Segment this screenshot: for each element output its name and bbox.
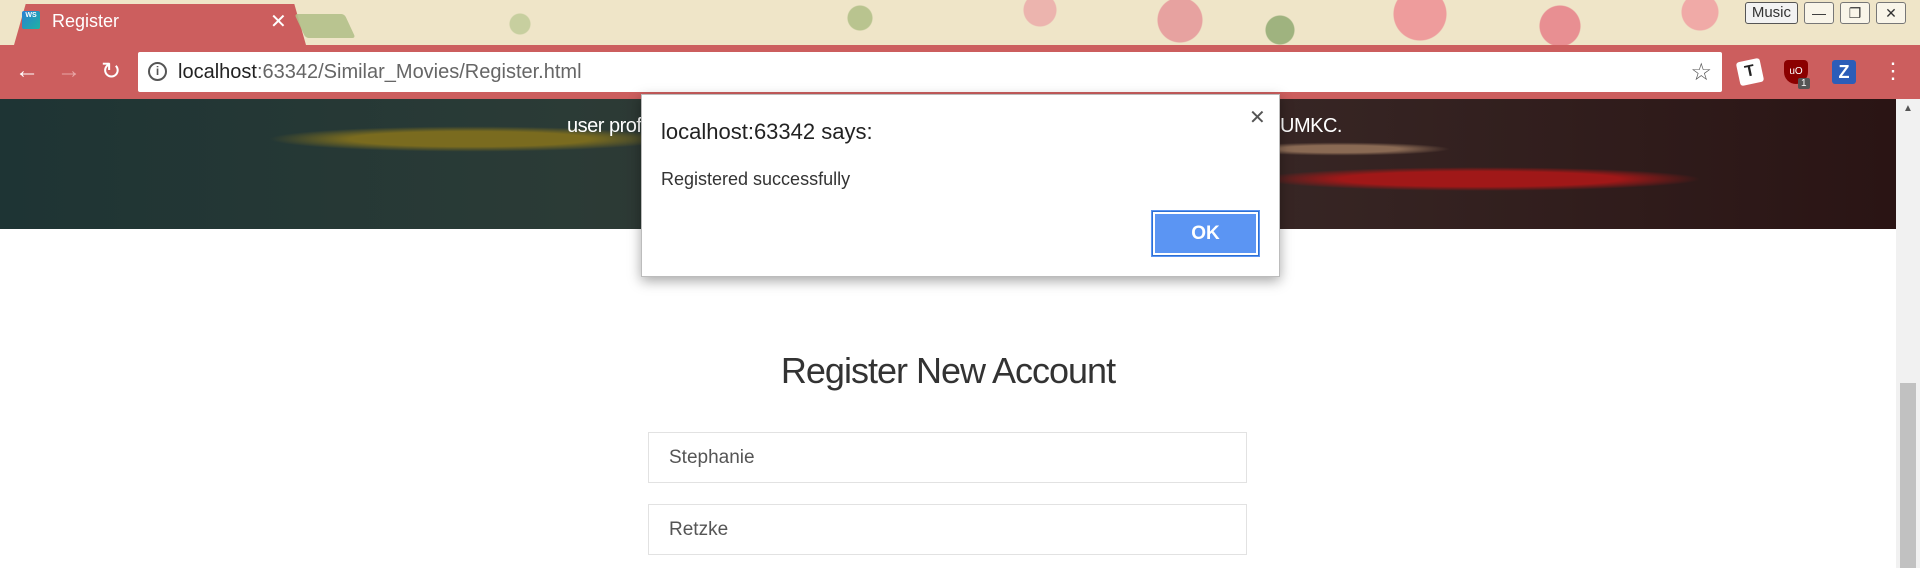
minimize-icon[interactable]: —: [1804, 2, 1834, 24]
url-host: localhost: [178, 61, 257, 83]
info-icon[interactable]: i: [148, 62, 167, 81]
dialog-message: Registered successfully: [661, 169, 851, 189]
chrome-menu-icon[interactable]: ⋮: [1882, 58, 1904, 84]
alert-dialog: localhost:63342 says: ✕ Registered succe…: [641, 94, 1280, 277]
url-path: :63342/Similar_Movies/Register.html: [256, 61, 582, 83]
ok-button[interactable]: OK: [1152, 211, 1259, 256]
last-name-input[interactable]: [649, 505, 1246, 554]
page-scrollbar[interactable]: ▲: [1896, 99, 1920, 568]
browser-titlebar: WS Register ✕ Music — ❐ ✕: [0, 0, 1920, 45]
reload-icon[interactable]: ↻: [96, 57, 126, 86]
close-window-icon[interactable]: ✕: [1876, 2, 1906, 24]
profile-button[interactable]: Music: [1744, 2, 1798, 24]
extension-t-icon[interactable]: T: [1735, 57, 1765, 87]
first-name-field[interactable]: [648, 432, 1247, 483]
tab-title: Register: [52, 11, 120, 31]
browser-toolbar: ← → ↻ i localhost:63342/Similar_Movies/R…: [0, 45, 1920, 99]
forward-arrow-icon[interactable]: →: [54, 57, 84, 85]
first-name-input[interactable]: [649, 433, 1246, 482]
window-controls: Music — ❐ ✕: [1744, 2, 1906, 26]
scroll-thumb[interactable]: [1900, 383, 1916, 568]
form-title: Register New Account: [780, 350, 1116, 391]
restore-icon[interactable]: ❐: [1840, 2, 1870, 24]
url-text[interactable]: localhost:63342/Similar_Movies/Register.…: [178, 61, 582, 84]
bookmark-star-icon[interactable]: ☆: [1690, 58, 1712, 87]
scroll-up-arrow-icon[interactable]: ▲: [1903, 103, 1913, 114]
extension-z-icon[interactable]: Z: [1832, 60, 1856, 84]
back-arrow-icon[interactable]: ←: [12, 57, 42, 85]
dialog-close-icon[interactable]: ✕: [1249, 105, 1266, 130]
hero-text-left: user profi: [567, 115, 646, 137]
tab-close-icon[interactable]: ✕: [270, 9, 287, 34]
webstorm-favicon-icon: WS: [22, 11, 40, 29]
hero-text-right: UMKC.: [1280, 115, 1342, 137]
new-tab-button[interactable]: [294, 14, 356, 38]
dialog-title: localhost:63342 says:: [661, 119, 873, 144]
address-bar[interactable]: i localhost:63342/Similar_Movies/Registe…: [138, 52, 1722, 92]
last-name-field[interactable]: [648, 504, 1247, 555]
ublock-badge: 1: [1798, 78, 1810, 89]
